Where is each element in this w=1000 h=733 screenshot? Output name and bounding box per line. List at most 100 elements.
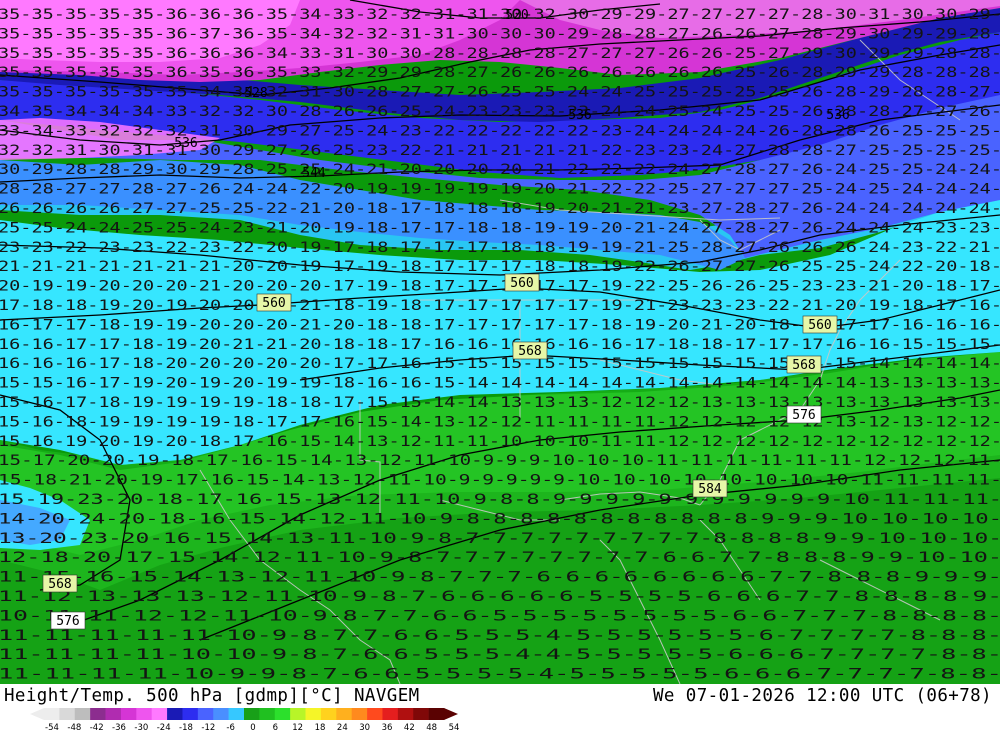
- colorbar-swatch: [428, 708, 445, 720]
- colorbar-tick-label: 6: [273, 723, 278, 731]
- colorbar-swatch: [290, 708, 306, 720]
- temperature-row: 13-20-23-20-16-15-14-13-11-10-9-8-7-7-7-…: [0, 531, 1000, 547]
- temperature-values: 35-35-35-35-35-36-36-36-35-34-33-32-32-3…: [0, 7, 1000, 683]
- contour-label-text: 544: [302, 166, 326, 181]
- colorbar-tick-label: 24: [337, 723, 348, 731]
- colorbar-swatch: [151, 708, 168, 720]
- contour-label-text: 536: [826, 108, 849, 123]
- colorbar-swatch: [44, 708, 60, 720]
- temperature-row: 15-17-20-20-19-18-17-16-15-14-13-12-11-1…: [0, 453, 1000, 469]
- colorbar-tick-label: 54: [449, 723, 460, 731]
- colorbar-swatch: [367, 708, 383, 720]
- colorbar-swatch: [351, 708, 368, 720]
- colorbar-swatch: [305, 708, 322, 720]
- colorbar-tick-label: 42: [404, 723, 415, 731]
- colorbar-swatch: [167, 708, 183, 720]
- temperature-row: 15-16-17-18-19-19-19-19-18-18-17-15-15-1…: [0, 395, 1000, 411]
- temperature-row: 16-17-17-18-19-19-20-20-20-21-20-18-18-1…: [0, 317, 1000, 333]
- contour-label-576: 576: [50, 611, 86, 630]
- contour-label-text: 536: [568, 108, 591, 123]
- colorbar-tick-label: -24: [157, 723, 171, 731]
- colorbar-tick-label: 18: [315, 723, 326, 731]
- colorbar-swatch: [74, 708, 91, 720]
- contour-label-text: 584: [698, 482, 722, 497]
- colorbar-swatch: [59, 708, 76, 720]
- contour-label-text: 520: [505, 8, 528, 23]
- temperature-row: 26-26-26-26-27-27-25-25-22-21-20-18-17-1…: [0, 201, 1000, 217]
- contour-label-text: 528: [244, 86, 267, 101]
- colorbar-swatch: [274, 708, 291, 720]
- colorbar-swatch: [213, 708, 229, 720]
- contour-label-text: 576: [56, 614, 79, 629]
- map-canvas: 35-35-35-35-35-36-36-36-35-34-33-32-32-3…: [0, 0, 1000, 684]
- contour-label-text: 536: [174, 136, 197, 151]
- colorbar-swatch: [120, 708, 137, 720]
- temperature-row: 11-11-11-11-10-10-9-8-7-6-6-5-5-5-4-4-5-…: [0, 647, 1000, 663]
- contour-label-568: 568: [42, 574, 78, 593]
- colorbar-swatch: [90, 708, 106, 720]
- weather-map: 35-35-35-35-35-36-36-36-35-34-33-32-32-3…: [0, 0, 1000, 684]
- colorbar-tick-label: -12: [201, 723, 215, 731]
- colorbar-swatch: [259, 708, 276, 720]
- temperature-row: 35-35-35-35-35-36-35-36-35-33-32-29-29-2…: [0, 65, 1000, 81]
- colorbar-tick-label: -54: [45, 723, 59, 731]
- temperature-row: 14-20-24-20-18-16-15-14-12-11-10-9-8-8-8…: [0, 511, 1000, 527]
- colorbar-swatch: [336, 708, 352, 720]
- colorbar-tick-label: -36: [112, 723, 126, 731]
- footer-bar: Height/Temp. 500 hPa [gdmp][°C] NAVGEM W…: [0, 684, 1000, 733]
- temperature-row: 10-11-11-12-12-11-10-9-8-7-7-6-6-5-5-5-5…: [0, 608, 1000, 624]
- contour-label-text: 560: [808, 318, 831, 333]
- temperature-row: 11-12-13-13-13-12-11-10-9-8-7-6-6-6-6-6-…: [0, 589, 1000, 605]
- colorbar-tick-label: -48: [67, 723, 81, 731]
- colorbar-swatch: [197, 708, 214, 720]
- colorbar-arrow-right: [444, 708, 458, 720]
- temperature-row: 35-35-35-35-35-36-36-36-35-34-33-32-32-3…: [0, 7, 1000, 23]
- colorbar-tick-label: -18: [179, 723, 193, 731]
- temperature-row: 15-19-23-20-18-17-16-15-13-12-11-10-9-8-…: [0, 492, 1000, 508]
- temperature-row: 25-25-24-24-25-25-24-23-21-20-19-18-17-1…: [0, 220, 1000, 236]
- temperature-row: 11-15-16-15-14-13-12-11-10-9-8-7-7-7-6-6…: [0, 570, 1000, 586]
- temperature-row: 35-35-35-35-35-36-36-36-34-33-31-30-30-2…: [0, 46, 1000, 62]
- temperature-row: 20-19-19-20-20-20-21-20-20-20-17-19-18-1…: [0, 279, 1000, 295]
- temperature-row: 33-34-33-32-32-32-31-30-29-27-25-24-23-2…: [0, 123, 1000, 139]
- temperature-row: 15-18-21-20-19-17-16-15-14-13-12-11-10-9…: [0, 473, 1000, 489]
- temperature-row: 23-23-22-23-23-22-23-22-20-19-17-18-17-1…: [0, 240, 1000, 256]
- colorbar-swatch: [244, 708, 260, 720]
- contour-label-text: 576: [792, 408, 815, 423]
- colorbar-tick-label: 36: [382, 723, 393, 731]
- contour-label-568: 568: [512, 341, 548, 360]
- temperature-row: 35-35-35-35-35-36-37-36-35-34-32-32-31-3…: [0, 26, 1000, 42]
- contour-label-text: 568: [518, 344, 541, 359]
- temperature-row: 34-35-34-34-34-33-32-32-30-28-26-26-25-2…: [0, 104, 1000, 120]
- contour-label-text: 560: [262, 296, 285, 311]
- colorbar-swatch: [397, 708, 414, 720]
- contour-label-560: 560: [256, 293, 292, 312]
- colorbar-tick-label: -6: [226, 723, 234, 731]
- colorbar: -54 -48 -42 -36 -30 -24 -18 -12 -6 0 6 12 18 24 30 36 42…: [30, 708, 460, 731]
- colorbar-swatch: [105, 708, 122, 720]
- contour-label-584: 584: [692, 479, 728, 498]
- colorbar-tick-label: 0: [250, 723, 255, 731]
- map-title: Height/Temp. 500 hPa [gdmp][°C] NAVGEM: [4, 686, 420, 706]
- colorbar-arrow-left: [30, 708, 44, 720]
- colorbar-swatch: [382, 708, 399, 720]
- contour-label-576: 576: [786, 405, 822, 424]
- colorbar-tick-label: -42: [90, 723, 104, 731]
- colorbar-swatch: [136, 708, 152, 720]
- temperature-row: 30-29-28-28-29-30-29-28-25-25-24-21-20-2…: [0, 162, 1000, 178]
- temperature-row: 16-16-16-17-18-20-20-20-20-20-17-17-16-1…: [0, 356, 1000, 372]
- temperature-row: 15-15-16-17-19-20-19-20-19-19-18-16-16-1…: [0, 376, 1000, 392]
- temperature-row: 11-11-11-11-11-10-9-8-7-7-6-6-5-5-5-4-5-…: [0, 628, 1000, 644]
- colorbar-tick-label: -30: [134, 723, 148, 731]
- temperature-row: 11-11-11-11-10-9-9-8-7-6-6-5-5-5-5-4-5-5…: [0, 667, 1000, 683]
- colorbar-swatch: [320, 708, 337, 720]
- colorbar-swatch: [413, 708, 429, 720]
- temperature-row: 35-35-35-35-35-35-34-34-32-31-30-28-27-2…: [0, 85, 1000, 101]
- colorbar-tick-label: 30: [359, 723, 370, 731]
- temperature-row: 16-16-17-17-18-19-20-21-21-20-18-18-17-1…: [0, 337, 1000, 353]
- temperature-row: 17-18-18-19-20-19-20-20-20-21-18-19-18-1…: [0, 298, 1000, 314]
- contour-label-568: 568: [786, 355, 822, 374]
- map-datetime: We 07-01-2026 12:00 UTC (06+78): [652, 686, 992, 706]
- contour-label-560: 560: [802, 315, 838, 334]
- temperature-row: 15-16-18-19-19-19-19-18-17-17-16-15-14-1…: [0, 414, 1000, 430]
